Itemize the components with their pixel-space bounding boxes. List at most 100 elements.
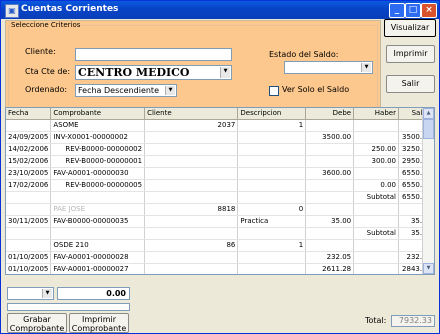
cell-fecha: 14/02/2006: [6, 143, 52, 156]
table-row[interactable]: 01/10/2005 FAV-A0001-00000028 232.05 232.05: [6, 251, 434, 264]
cell-haber: 0.00: [353, 179, 399, 192]
imprimir-comprobante-button[interactable]: Imprimir Comprobante: [69, 313, 129, 333]
cell-fecha: 15/02/2006: [6, 155, 52, 168]
cell-fecha: [6, 227, 52, 240]
cell-haber: [353, 119, 399, 132]
table-row[interactable]: 17/02/2006 REV-B0000-00000005 0.00 6550.00: [6, 179, 434, 192]
cell-cliente: 2037: [144, 119, 239, 132]
table-row[interactable]: Subtotal 35.00: [6, 227, 434, 240]
cell-debe: [305, 155, 355, 168]
scroll-down-icon[interactable]: ▼: [423, 263, 434, 274]
criteria-legend: Seleccione Criterios: [10, 21, 82, 29]
cell-descripcion: [237, 191, 307, 204]
cell-debe: [305, 227, 355, 240]
cell-fecha: 30/11/2005: [6, 215, 52, 228]
cell-comprobante: FAV-B0000-00000035: [50, 215, 146, 228]
cell-comprobante: FAV-A0001-00000030: [50, 167, 146, 180]
col-header-haber[interactable]: Haber: [353, 108, 399, 120]
cell-comprobante: REV-B0000-00000002: [50, 143, 146, 156]
minimize-button[interactable]: _: [389, 3, 405, 18]
imprimir-label-1: Imprimir: [81, 315, 117, 324]
total-value: 7932.33: [398, 316, 432, 325]
cell-debe: [305, 143, 355, 156]
table-row[interactable]: 01/10/2005 FAV-A0001-00000027 2611.28 2843.…: [6, 263, 434, 274]
chevron-down-icon[interactable]: ▼: [42, 289, 52, 298]
chevron-down-icon[interactable]: ▼: [361, 63, 371, 72]
cell-cliente: [144, 215, 239, 228]
table-row[interactable]: Subtotal 6550.00: [6, 191, 434, 204]
imprimir-button[interactable]: Imprimir: [386, 45, 435, 63]
table-row[interactable]: 23/10/2005 FAV-A0001-00000030 3600.00 6550.…: [6, 167, 434, 180]
cell-descripcion: 0: [237, 203, 307, 216]
aux-input[interactable]: [7, 303, 130, 311]
cell-fecha: [6, 191, 52, 204]
cell-haber: [353, 215, 399, 228]
ver-solo-saldo-checkbox[interactable]: [269, 86, 279, 96]
cell-descripcion: [237, 155, 307, 168]
cell-debe: 2611.28: [305, 263, 355, 274]
ordenado-label: Ordenado:: [25, 85, 68, 94]
maximize-button[interactable]: □: [405, 3, 421, 18]
cell-debe: [305, 203, 355, 216]
table-row[interactable]: 24/09/2005 INV-X0001-00000002 3500.00 3500.…: [6, 131, 434, 144]
grabar-label-1: Grabar: [23, 315, 51, 324]
table-row[interactable]: 15/02/2006 REV-B0000-00000001 300.00 2950.0…: [6, 155, 434, 168]
cell-haber: [353, 263, 399, 274]
ver-solo-saldo-label: Ver Solo el Saldo: [282, 85, 350, 94]
cell-fecha: [6, 203, 52, 216]
cell-debe: 35.00: [305, 215, 355, 228]
estado-select[interactable]: ▼: [284, 61, 373, 74]
cell-comprobante: OSDE 210: [50, 239, 146, 252]
cell-cliente: [144, 191, 239, 204]
cell-descripcion: [237, 131, 307, 144]
title-bar[interactable]: ▣ Cuentas Corrientes _ □ ×: [1, 1, 439, 19]
client-area: Seleccione Criterios Cliente: Cta Cte de…: [1, 19, 439, 333]
cell-fecha: [6, 239, 52, 252]
cell-descripcion: [237, 179, 307, 192]
ordenado-select[interactable]: Fecha Descendiente ▼: [75, 84, 177, 97]
table-row[interactable]: PAE JOSE 8818 0: [6, 203, 434, 216]
window-title: Cuentas Corrientes: [21, 4, 119, 14]
chevron-down-icon[interactable]: ▼: [165, 86, 175, 95]
chevron-down-icon[interactable]: ▼: [220, 67, 230, 78]
col-header-cliente[interactable]: Cliente: [144, 108, 239, 120]
cell-comprobante: FAV-A0001-00000027: [50, 263, 146, 274]
col-header-fecha[interactable]: Fecha: [6, 108, 52, 120]
scroll-up-icon[interactable]: ▲: [423, 108, 434, 119]
grabar-label-2: Comprobante: [9, 324, 65, 333]
cell-fecha: 17/02/2006: [6, 179, 52, 192]
scroll-thumb[interactable]: [423, 119, 434, 139]
table-row[interactable]: 30/11/2005 FAV-B0000-00000035 Practica 35.0…: [6, 215, 434, 228]
cell-haber: [353, 203, 399, 216]
ctacte-label: Cta Cte de:: [25, 67, 71, 76]
salir-button[interactable]: Salir: [386, 75, 435, 93]
cell-debe: 232.05: [305, 251, 355, 264]
grid-vertical-scrollbar[interactable]: ▲ ▼: [422, 108, 434, 274]
ctacte-select[interactable]: CENTRO MEDICO ▼: [75, 65, 232, 80]
app-icon: ▣: [5, 4, 19, 18]
col-header-debe[interactable]: Debe: [305, 108, 355, 120]
cell-cliente: 86: [144, 239, 239, 252]
cell-fecha: 01/10/2005: [6, 251, 52, 264]
table-row[interactable]: ASOME 2037 1: [6, 119, 434, 132]
col-header-descripcion[interactable]: Descripcion: [237, 108, 307, 120]
grabar-comprobante-button[interactable]: Grabar Comprobante: [7, 313, 67, 333]
cell-cliente: [144, 155, 239, 168]
cell-descripcion: Practica: [237, 215, 307, 228]
cell-cliente: [144, 143, 239, 156]
col-header-comprobante[interactable]: Comprobante: [50, 108, 146, 120]
cell-descripcion: [237, 263, 307, 274]
close-button[interactable]: ×: [421, 3, 437, 18]
imprimir-label-2: Comprobante: [71, 324, 127, 333]
bottom-select[interactable]: ▼: [7, 287, 54, 300]
cell-haber: [353, 167, 399, 180]
table-row[interactable]: OSDE 210 86 1: [6, 239, 434, 252]
table-row[interactable]: 14/02/2006 REV-B0000-00000002 250.00 3250.0…: [6, 143, 434, 156]
cell-comprobante: REV-B0000-00000005: [50, 179, 146, 192]
visualizar-button[interactable]: Visualizar: [384, 19, 436, 37]
cuentas-grid[interactable]: Fecha Comprobante Cliente Descripcion De…: [5, 107, 435, 275]
cell-fecha: 24/09/2005: [6, 131, 52, 144]
amount-input[interactable]: 0.00: [57, 287, 130, 300]
cell-comprobante: FAV-A0001-00000028: [50, 251, 146, 264]
cliente-input[interactable]: [75, 48, 232, 61]
